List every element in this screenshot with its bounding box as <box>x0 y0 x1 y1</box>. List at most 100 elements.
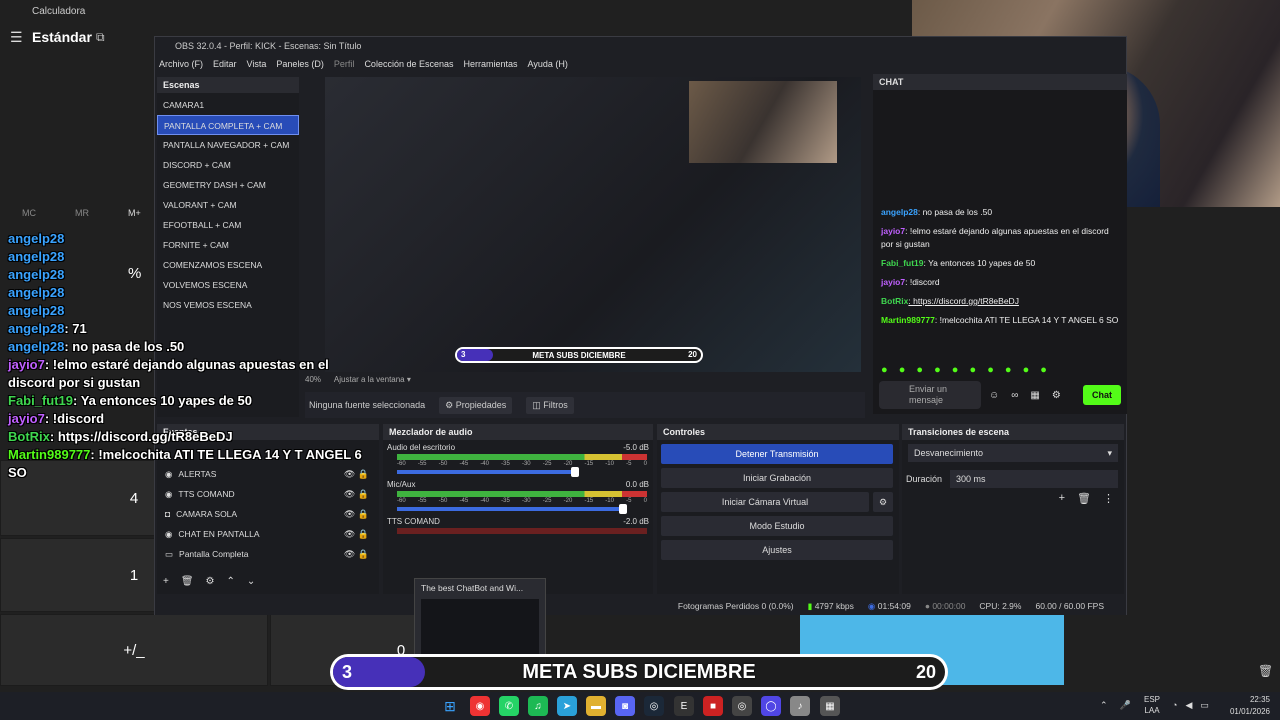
scene-item[interactable]: VALORANT + CAM <box>157 195 299 215</box>
whatsapp-icon[interactable]: ✆ <box>499 696 519 716</box>
menu-file[interactable]: Archivo (F) <box>159 59 203 73</box>
source-label: CAMARA SOLA <box>176 509 238 519</box>
menu-profile[interactable]: Perfil <box>334 59 355 73</box>
link-icon[interactable]: ∞ <box>1011 390 1018 401</box>
sources-toolbar: + 🗑 ⚙ ⌃ ⌄ <box>163 576 255 587</box>
filters-label: Filtros <box>543 399 568 410</box>
chat-message: BotRix: https://discord.gg/tR8eBeDJ <box>881 296 1019 306</box>
eye-icon[interactable]: 👁 🔒 <box>344 544 369 564</box>
clock[interactable]: 22:35 01/01/2026 <box>1230 694 1270 718</box>
memory-clear-button[interactable]: MC <box>22 208 36 218</box>
chat-input[interactable]: Enviar un mensaje <box>879 381 981 409</box>
chevron-up-icon[interactable]: ⌃ <box>1100 700 1108 711</box>
properties-button[interactable]: ⚙ Propiedades <box>439 396 513 414</box>
add-icon[interactable]: + <box>1059 492 1065 505</box>
system-icons[interactable]: ◔ ◀ ▭ <box>1172 700 1209 711</box>
scene-item[interactable]: DISCORD + CAM <box>157 155 299 175</box>
menu-view[interactable]: Vista <box>247 59 267 73</box>
trash-icon[interactable]: 🗑 <box>1077 492 1091 505</box>
steam-icon[interactable]: ◎ <box>644 696 664 716</box>
up-icon[interactable]: ⌃ <box>227 576 235 587</box>
transitions-dock: Transiciones de escena Desvanecimiento ▾ … <box>902 424 1124 594</box>
chevron-down-icon[interactable]: ▾ <box>407 375 411 384</box>
controls-dock: Controles Detener Transmisión Iniciar Gr… <box>657 424 899 594</box>
chat-tools: ☺ ∞ ▦ ⚙ <box>989 390 1061 401</box>
keep-on-top-icon[interactable]: ⧉ <box>96 30 105 45</box>
source-item[interactable]: ▭ Pantalla Completa 👁 🔒 <box>157 544 379 564</box>
virtual-camera-button[interactable]: Iniciar Cámara Virtual <box>661 492 869 512</box>
memory-recall-button[interactable]: MR <box>75 208 89 218</box>
store-icon[interactable]: ▦ <box>1030 390 1039 401</box>
gear-icon[interactable]: ⚙ <box>1052 390 1061 401</box>
duration-input[interactable]: 300 ms <box>950 470 1118 488</box>
hamburger-menu-icon[interactable]: ☰ <box>10 29 23 46</box>
trash-icon[interactable]: 🗑 <box>181 576 194 587</box>
language-indicator[interactable]: ESP LAA <box>1144 694 1160 716</box>
chat-message: jayio7: !discord <box>881 277 940 287</box>
channel-name: Audio del escritorio <box>387 443 456 452</box>
settings-button[interactable]: Ajustes <box>661 540 893 560</box>
overlay-message: angelp28: 71 <box>8 321 87 336</box>
start-recording-button[interactable]: Iniciar Grabación <box>661 468 893 488</box>
trash-icon[interactable]: 🗑 <box>1258 664 1273 678</box>
eye-icon[interactable]: 👁 🔒 <box>344 484 369 504</box>
stop-stream-button[interactable]: Detener Transmisión <box>661 444 893 464</box>
down-icon[interactable]: ⌄ <box>247 576 255 587</box>
source-item[interactable]: ◘ CAMARA SOLA 👁 🔒 <box>157 504 379 524</box>
app-icon[interactable]: ■ <box>703 696 723 716</box>
overlay-message: jayio7: !elmo estaré dejando algunas apu… <box>8 357 329 390</box>
mic-icon[interactable]: 🎤 <box>1120 700 1131 711</box>
scene-item-selected[interactable]: PANTALLA COMPLETA + CAM <box>157 115 299 135</box>
app-icon[interactable]: ◯ <box>761 696 781 716</box>
memory-add-button[interactable]: M+ <box>128 208 141 218</box>
battery-icon: ▭ <box>1200 700 1209 710</box>
calculator-icon[interactable]: ▦ <box>820 696 840 716</box>
emote-row[interactable]: ● ● ● ● ● ● ● ● ● ● <box>881 364 1051 376</box>
menu-help[interactable]: Ayuda (H) <box>528 59 568 73</box>
studio-mode-button[interactable]: Modo Estudio <box>661 516 893 536</box>
telegram-icon[interactable]: ➤ <box>557 696 577 716</box>
menu-docks[interactable]: Paneles (D) <box>276 59 324 73</box>
filters-button[interactable]: ◫ Filtros <box>526 396 574 414</box>
menu-scene-collection[interactable]: Colección de Escenas <box>364 59 453 73</box>
channel-db: -5.0 dB <box>623 443 649 452</box>
source-item[interactable]: ◉ CHAT EN PANTALLA 👁 🔒 <box>157 524 379 544</box>
chat-send-button[interactable]: Chat <box>1083 385 1121 405</box>
scene-item[interactable]: GEOMETRY DASH + CAM <box>157 175 299 195</box>
volume-slider[interactable] <box>397 504 627 514</box>
source-item[interactable]: ◉ TTS COMAND 👁 🔒 <box>157 484 379 504</box>
fps: 60.00 / 60.00 FPS <box>1035 601 1104 611</box>
gear-icon[interactable]: ⚙ <box>206 576 215 587</box>
overlay-message: BotRix: https://discord.gg/tR8eBeDJ <box>8 429 233 444</box>
eye-icon[interactable]: 👁 🔒 <box>344 504 369 524</box>
gear-icon[interactable]: ⚙ <box>873 492 893 512</box>
more-icon[interactable]: ⋮ <box>1103 492 1114 505</box>
browser-icon: ◉ <box>165 489 173 499</box>
clock-date: 01/01/2026 <box>1229 707 1270 716</box>
eye-icon[interactable]: 👁 🔒 <box>344 524 369 544</box>
folder-icon[interactable]: ▬ <box>586 696 606 716</box>
scene-item[interactable]: CAMARA1 <box>157 95 299 115</box>
key-negate[interactable]: +/_ <box>0 614 268 686</box>
add-icon[interactable]: + <box>163 576 169 587</box>
emoji-icon[interactable]: ☺ <box>989 390 999 401</box>
preview-canvas[interactable]: META SUBS DICIEMBRE 3 20 <box>325 77 861 372</box>
chat-dock: CHAT angelp28: no pasa de los .50 jayio7… <box>873 74 1127 414</box>
menu-edit[interactable]: Editar <box>213 59 237 73</box>
transitions-title: Transiciones de escena <box>902 424 1124 440</box>
scene-item[interactable]: PANTALLA NAVEGADOR + CAM <box>157 135 299 155</box>
discord-icon[interactable]: ◙ <box>615 696 635 716</box>
bitrate: ▮ 4797 kbps <box>808 601 854 612</box>
media-icon[interactable]: ♪ <box>790 696 810 716</box>
windows-start-icon[interactable]: ⊞ <box>440 696 460 716</box>
epic-icon[interactable]: E <box>674 696 694 716</box>
transition-select[interactable]: Desvanecimiento ▾ <box>908 444 1118 462</box>
spotify-icon[interactable]: ♫ <box>528 696 548 716</box>
subs-goal: 20 <box>915 662 936 682</box>
volume-slider[interactable] <box>397 467 579 477</box>
obs-icon[interactable]: ◎ <box>732 696 752 716</box>
chrome-icon[interactable]: ◉ <box>470 696 490 716</box>
scenes-title: Escenas <box>157 77 299 93</box>
overlay-message: angelp28 <box>8 231 65 246</box>
menu-tools[interactable]: Herramientas <box>464 59 518 73</box>
